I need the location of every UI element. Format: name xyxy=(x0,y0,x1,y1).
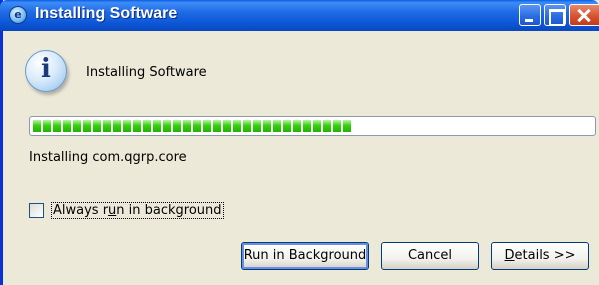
always-run-in-background-label[interactable]: Always run in background xyxy=(51,202,224,219)
progress-segment xyxy=(93,120,101,132)
progress-segment xyxy=(73,120,81,132)
progress-fill xyxy=(33,120,592,132)
progress-segment xyxy=(283,120,291,132)
progress-segment xyxy=(153,120,161,132)
progress-segment xyxy=(193,120,201,132)
status-text: Installing com.qgrp.core xyxy=(29,150,187,165)
cancel-button[interactable]: Cancel xyxy=(381,242,479,270)
installing-software-dialog: e Installing Software i Installing Softw… xyxy=(0,0,599,285)
title-bar[interactable]: e Installing Software xyxy=(0,0,599,31)
progress-segment xyxy=(83,120,91,132)
progress-segment xyxy=(233,120,241,132)
window-title: Installing Software xyxy=(35,5,178,22)
progress-segment xyxy=(263,120,271,132)
progress-segment xyxy=(273,120,281,132)
progress-segment xyxy=(63,120,71,132)
progress-segment xyxy=(183,120,191,132)
info-icon: i xyxy=(25,50,67,92)
progress-segment xyxy=(223,120,231,132)
progress-segment xyxy=(203,120,211,132)
progress-segment xyxy=(113,120,121,132)
progress-segment xyxy=(173,120,181,132)
progress-segment xyxy=(143,120,151,132)
progress-segment xyxy=(43,120,51,132)
close-button[interactable] xyxy=(569,4,599,26)
progress-segment xyxy=(293,120,301,132)
progress-segment xyxy=(103,120,111,132)
progress-segment xyxy=(323,120,331,132)
progress-segment xyxy=(123,120,131,132)
progress-segment xyxy=(313,120,321,132)
progress-segment xyxy=(163,120,171,132)
progress-segment xyxy=(33,120,41,132)
details-button[interactable]: Details >> xyxy=(491,242,589,270)
run-in-background-button[interactable]: Run in Background xyxy=(241,242,369,270)
progress-segment xyxy=(253,120,261,132)
progress-bar xyxy=(29,116,596,136)
progress-segment xyxy=(303,120,311,132)
progress-segment xyxy=(213,120,221,132)
always-run-in-background-checkbox[interactable] xyxy=(29,203,44,218)
progress-segment xyxy=(243,120,251,132)
progress-segment xyxy=(333,120,341,132)
maximize-button[interactable] xyxy=(544,4,566,26)
eclipse-app-icon: e xyxy=(9,6,27,24)
minimize-button[interactable] xyxy=(519,4,541,26)
progress-segment xyxy=(133,120,141,132)
dialog-heading: Installing Software xyxy=(86,65,207,80)
progress-segment xyxy=(53,120,61,132)
progress-segment xyxy=(343,120,351,132)
